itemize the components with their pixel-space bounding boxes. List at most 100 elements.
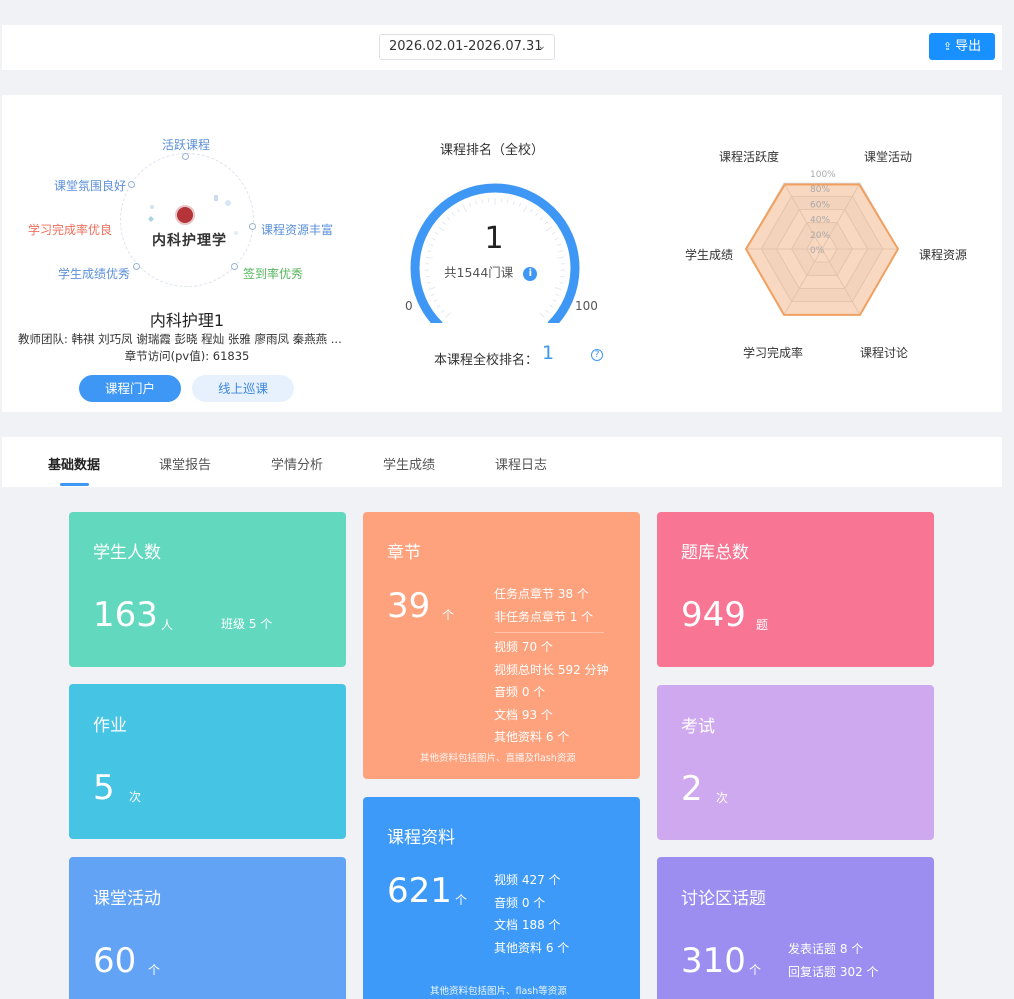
course-portal-button[interactable]: 课程门户	[79, 375, 181, 402]
detail-line: 任务点章节 38 个	[494, 587, 589, 601]
detail-line: 文档 188 个	[494, 918, 561, 932]
export-button[interactable]: ⇪ 导出	[929, 33, 995, 60]
tab-learning-analysis[interactable]: 学情分析	[271, 454, 323, 473]
gauge-tick	[556, 243, 562, 247]
gauge-tick	[506, 199, 509, 204]
gauge-tick	[445, 312, 451, 318]
detail-line: 视频 427 个	[494, 873, 561, 887]
ranking-title: 课程排名（全校）	[439, 143, 544, 158]
gauge-tick	[539, 216, 544, 221]
card-class-activities[interactable]: 课堂活动 60 个	[69, 857, 346, 999]
gauge-tick	[434, 231, 439, 235]
materials-note: 其他资料包括图片、flash等资源	[430, 986, 567, 997]
card-value: 5	[93, 768, 115, 808]
info-icon[interactable]: i	[523, 266, 538, 281]
course-title: 内科护理1	[149, 311, 225, 330]
gauge-tick	[512, 200, 516, 205]
tab-class-report[interactable]: 课堂报告	[159, 454, 211, 473]
card-unit: 个	[148, 963, 161, 977]
card-title: 课堂活动	[93, 889, 161, 909]
gauge-tick	[426, 281, 431, 284]
tab-basic-data[interactable]: 基础数据	[48, 454, 100, 473]
tag-active-course: 活跃课程	[162, 138, 211, 152]
orbit-dot	[133, 263, 140, 270]
card-homework[interactable]: 作业 5 次	[69, 684, 346, 839]
gauge-tick	[474, 200, 478, 205]
help-icon[interactable]: ?	[591, 349, 603, 361]
card-unit: 个	[455, 893, 468, 907]
card-value: 621	[387, 871, 452, 911]
gauge-tick	[425, 275, 430, 278]
tab-bar: 基础数据 课堂报告 学情分析 学生成绩 课程日志	[2, 437, 1002, 487]
date-range-select[interactable]: 2026.02.01-2026.07.31 ⌄	[379, 34, 555, 60]
radar-label-grades: 学生成绩	[685, 248, 734, 262]
gauge-tick	[425, 256, 433, 259]
card-unit: 次	[716, 791, 729, 805]
course-overview-panel: 活跃课程 课堂氛围良好 课程资源丰富 学习完成率优良 学生成绩优秀 签到率优秀 …	[2, 95, 1002, 412]
tab-student-grades[interactable]: 学生成绩	[383, 454, 435, 473]
card-question-bank[interactable]: 题库总数 949 题	[657, 512, 934, 667]
gauge-tick	[535, 212, 539, 217]
chapter-resource-details: 视频 70 个 视频总时长 592 分钟 音频 0 个 文档 93 个 其他资料…	[494, 636, 609, 749]
card-title: 考试	[681, 717, 715, 737]
material-details: 视频 427 个 音频 0 个 文档 188 个 其他资料 6 个	[494, 869, 569, 959]
card-title: 章节	[387, 543, 421, 563]
gauge-tick	[529, 208, 533, 213]
detail-line: 音频 0 个	[494, 685, 546, 699]
card-value: 39	[387, 586, 431, 626]
orbit-dot	[182, 153, 189, 160]
gauge-tick	[468, 202, 472, 207]
chapter-task-details: 任务点章节 38 个 非任务点章节 1 个	[494, 583, 593, 628]
orbit-dot	[249, 223, 256, 230]
gauge-tick	[433, 299, 438, 303]
card-value: 310	[681, 941, 746, 981]
ranking-total-text: 共1544门课	[444, 265, 514, 280]
detail-line: 其他资料 6 个	[494, 730, 570, 744]
gauge-tick	[560, 275, 565, 278]
orbit-dot	[231, 263, 238, 270]
gauge-min-label: 0	[405, 299, 413, 313]
gauge-tick	[545, 226, 552, 232]
gauge-tick	[427, 250, 432, 253]
gauge-tick	[428, 243, 434, 247]
discussion-details: 发表话题 8 个 回复话题 302 个	[788, 938, 879, 983]
radar-tick-label: 80%	[810, 185, 830, 195]
course-cover-title: 内科护理学	[152, 233, 227, 249]
tab-course-log[interactable]: 课程日志	[495, 454, 547, 473]
card-value: 163	[93, 595, 158, 635]
gauge-tick	[430, 293, 435, 297]
gauge-tick	[446, 216, 451, 221]
online-patrol-button[interactable]: 线上巡课	[192, 375, 294, 402]
radar-label-completion: 学习完成率	[743, 346, 804, 360]
radar-label-classroom: 课堂活动	[864, 150, 913, 164]
chevron-down-icon: ⌄	[537, 41, 546, 52]
gauge-tick	[451, 212, 455, 217]
radar-tick-label: 40%	[810, 216, 830, 226]
chapter-visits: 章节访问(pv值): 61835	[124, 349, 250, 363]
card-unit: 个	[442, 608, 455, 622]
card-exams[interactable]: 考试 2 次	[657, 685, 934, 840]
radar-label-activity: 课程活跃度	[719, 150, 780, 164]
tag-grades: 学生成绩优秀	[58, 267, 131, 281]
orbit-dot	[128, 181, 135, 188]
ranking-total: 共1544门课 i	[444, 262, 538, 281]
gauge-tick	[457, 208, 461, 213]
gauge-tick	[518, 202, 522, 207]
card-value: 60	[93, 941, 137, 981]
radar-tick-label: 20%	[810, 231, 830, 241]
gauge-tick	[481, 199, 484, 204]
gauge-tick	[559, 281, 564, 284]
card-value: 2	[681, 769, 703, 809]
card-chapters[interactable]: 章节 39 个 任务点章节 38 个 非任务点章节 1 个 视频 70 个 视频…	[363, 512, 640, 779]
gauge-tick	[523, 205, 528, 213]
card-unit: 题	[756, 618, 769, 632]
card-course-materials[interactable]: 课程资料 621 个 视频 427 个 音频 0 个 文档 188 个 其他资料…	[363, 797, 640, 999]
ranking-value: 1	[484, 221, 504, 256]
card-discussion-topics[interactable]: 讨论区话题 310 个 发表话题 8 个 回复话题 302 个	[657, 857, 934, 999]
card-students[interactable]: 学生人数 163 人 班级 5 个	[69, 512, 346, 667]
card-unit: 次	[129, 790, 142, 804]
gauge-tick	[428, 286, 436, 291]
card-title: 课程资料	[387, 828, 455, 848]
gauge-tick	[549, 304, 554, 308]
detail-line: 音频 0 个	[494, 895, 546, 910]
